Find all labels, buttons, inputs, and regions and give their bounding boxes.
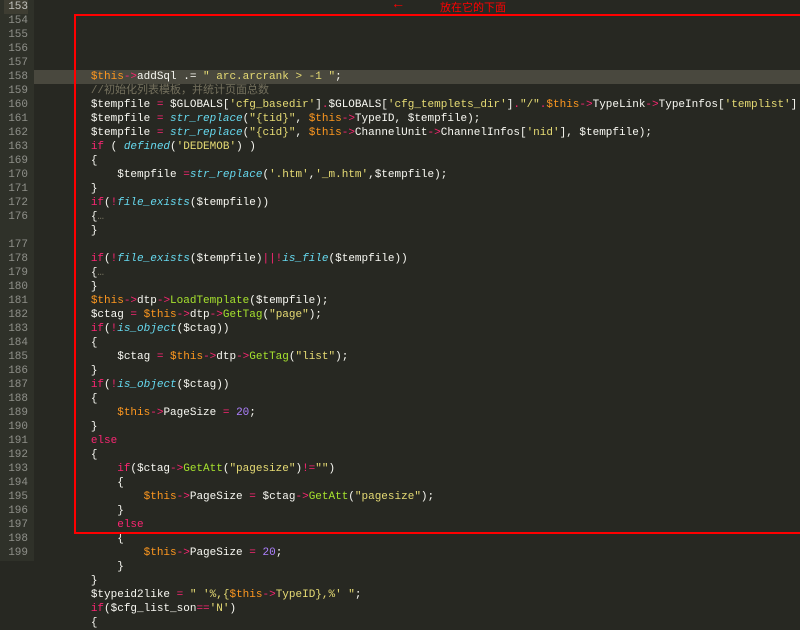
line-number: 185 [4, 350, 28, 364]
line-number: 199 [4, 546, 28, 560]
code-line[interactable]: $this->dtp->LoadTemplate($tempfile); [34, 294, 800, 308]
code-line[interactable]: {… [34, 210, 800, 224]
line-number: 196 [4, 504, 28, 518]
code-area[interactable]: ← 放在它的下面 $this->addSql .= " arc.arcrank … [34, 0, 800, 561]
line-number: 161 [4, 112, 28, 126]
line-number: 157 [4, 56, 28, 70]
line-number: 169 [4, 154, 28, 168]
code-line[interactable]: //初始化列表模板，并统计页面总数 [34, 84, 800, 98]
code-line[interactable]: } [34, 420, 800, 434]
code-line[interactable]: } [34, 224, 800, 238]
line-number: 154 [4, 14, 28, 28]
line-number: 195 [4, 490, 28, 504]
line-number: 188 [4, 392, 28, 406]
code-line[interactable]: } [34, 280, 800, 294]
code-line[interactable]: if(!file_exists($tempfile)||!is_file($te… [34, 252, 800, 266]
line-number: 197 [4, 518, 28, 532]
line-number: 190 [4, 420, 28, 434]
line-number: 178 [4, 252, 28, 266]
code-line[interactable]: { [34, 532, 800, 546]
code-line[interactable]: { [34, 154, 800, 168]
line-number: 184 [4, 336, 28, 350]
code-line[interactable]: $tempfile = $GLOBALS['cfg_basedir'].$GLO… [34, 98, 800, 112]
line-number: 170 [4, 168, 28, 182]
code-line[interactable]: $this->PageSize = 20; [34, 406, 800, 420]
line-number: 181 [4, 294, 28, 308]
code-line[interactable]: } [34, 182, 800, 196]
line-number: 160 [4, 98, 28, 112]
code-line[interactable]: $typeid2like = " '%,{$this->TypeID},%' "… [34, 588, 800, 602]
line-number: 159 [4, 84, 28, 98]
line-number: 176 [4, 210, 28, 224]
line-number: 191 [4, 434, 28, 448]
line-number: 163 [4, 140, 28, 154]
line-number: 194 [4, 476, 28, 490]
line-number: 189 [4, 406, 28, 420]
line-number: 158 [4, 70, 28, 84]
line-number: 180 [4, 280, 28, 294]
annotation-text: 放在它的下面 [440, 1, 506, 15]
code-line[interactable]: if ( defined('DEDEMOB') ) [34, 140, 800, 154]
line-number: 183 [4, 322, 28, 336]
line-number: 193 [4, 462, 28, 476]
line-number: 182 [4, 308, 28, 322]
code-line[interactable]: $ctag = $this->dtp->GetTag("page"); [34, 308, 800, 322]
line-number: 198 [4, 532, 28, 546]
code-line[interactable]: { [34, 476, 800, 490]
code-line[interactable]: $tempfile = str_replace("{tid}", $this->… [34, 112, 800, 126]
line-number: 153 [4, 0, 28, 14]
code-line[interactable]: } [34, 560, 800, 574]
code-line[interactable]: else [34, 518, 800, 532]
code-line[interactable]: $tempfile =str_replace('.htm','_m.htm',$… [34, 168, 800, 182]
code-line[interactable]: $this->PageSize = $ctag->GetAtt("pagesiz… [34, 490, 800, 504]
code-line[interactable]: $tempfile = str_replace("{cid}", $this->… [34, 126, 800, 140]
line-number: 177 [4, 238, 28, 252]
line-number-gutter: 1531541551561571581591601611621631691701… [0, 0, 34, 561]
code-line[interactable]: $this->PageSize = 20; [34, 546, 800, 560]
code-line[interactable]: {… [34, 266, 800, 280]
code-line[interactable]: $this->addSql .= " arc.arcrank > -1 "; [34, 70, 800, 84]
line-number: 179 [4, 266, 28, 280]
annotation-arrow-icon: ← [394, 0, 402, 12]
line-number: 172 [4, 196, 28, 210]
code-line[interactable]: { [34, 336, 800, 350]
code-line[interactable]: else [34, 434, 800, 448]
line-number: 171 [4, 182, 28, 196]
code-line[interactable]: if($ctag->GetAtt("pagesize")!="") [34, 462, 800, 476]
line-number: 186 [4, 364, 28, 378]
code-line[interactable]: if(!file_exists($tempfile)) [34, 196, 800, 210]
line-number: 187 [4, 378, 28, 392]
code-line[interactable]: if(!is_object($ctag)) [34, 378, 800, 392]
line-number [4, 224, 28, 238]
code-line[interactable]: if(!is_object($ctag)) [34, 322, 800, 336]
code-line[interactable]: } [34, 364, 800, 378]
code-editor[interactable]: 1531541551561571581591601611621631691701… [0, 0, 800, 561]
code-line[interactable]: $ctag = $this->dtp->GetTag("list"); [34, 350, 800, 364]
code-line[interactable]: } [34, 574, 800, 588]
code-line[interactable]: { [34, 616, 800, 630]
code-line[interactable] [34, 238, 800, 252]
code-line[interactable]: { [34, 448, 800, 462]
code-line[interactable]: } [34, 504, 800, 518]
line-number: 162 [4, 126, 28, 140]
line-number: 192 [4, 448, 28, 462]
code-line[interactable]: { [34, 392, 800, 406]
code-line[interactable]: if($cfg_list_son=='N') [34, 602, 800, 616]
line-number: 155 [4, 28, 28, 42]
line-number: 156 [4, 42, 28, 56]
